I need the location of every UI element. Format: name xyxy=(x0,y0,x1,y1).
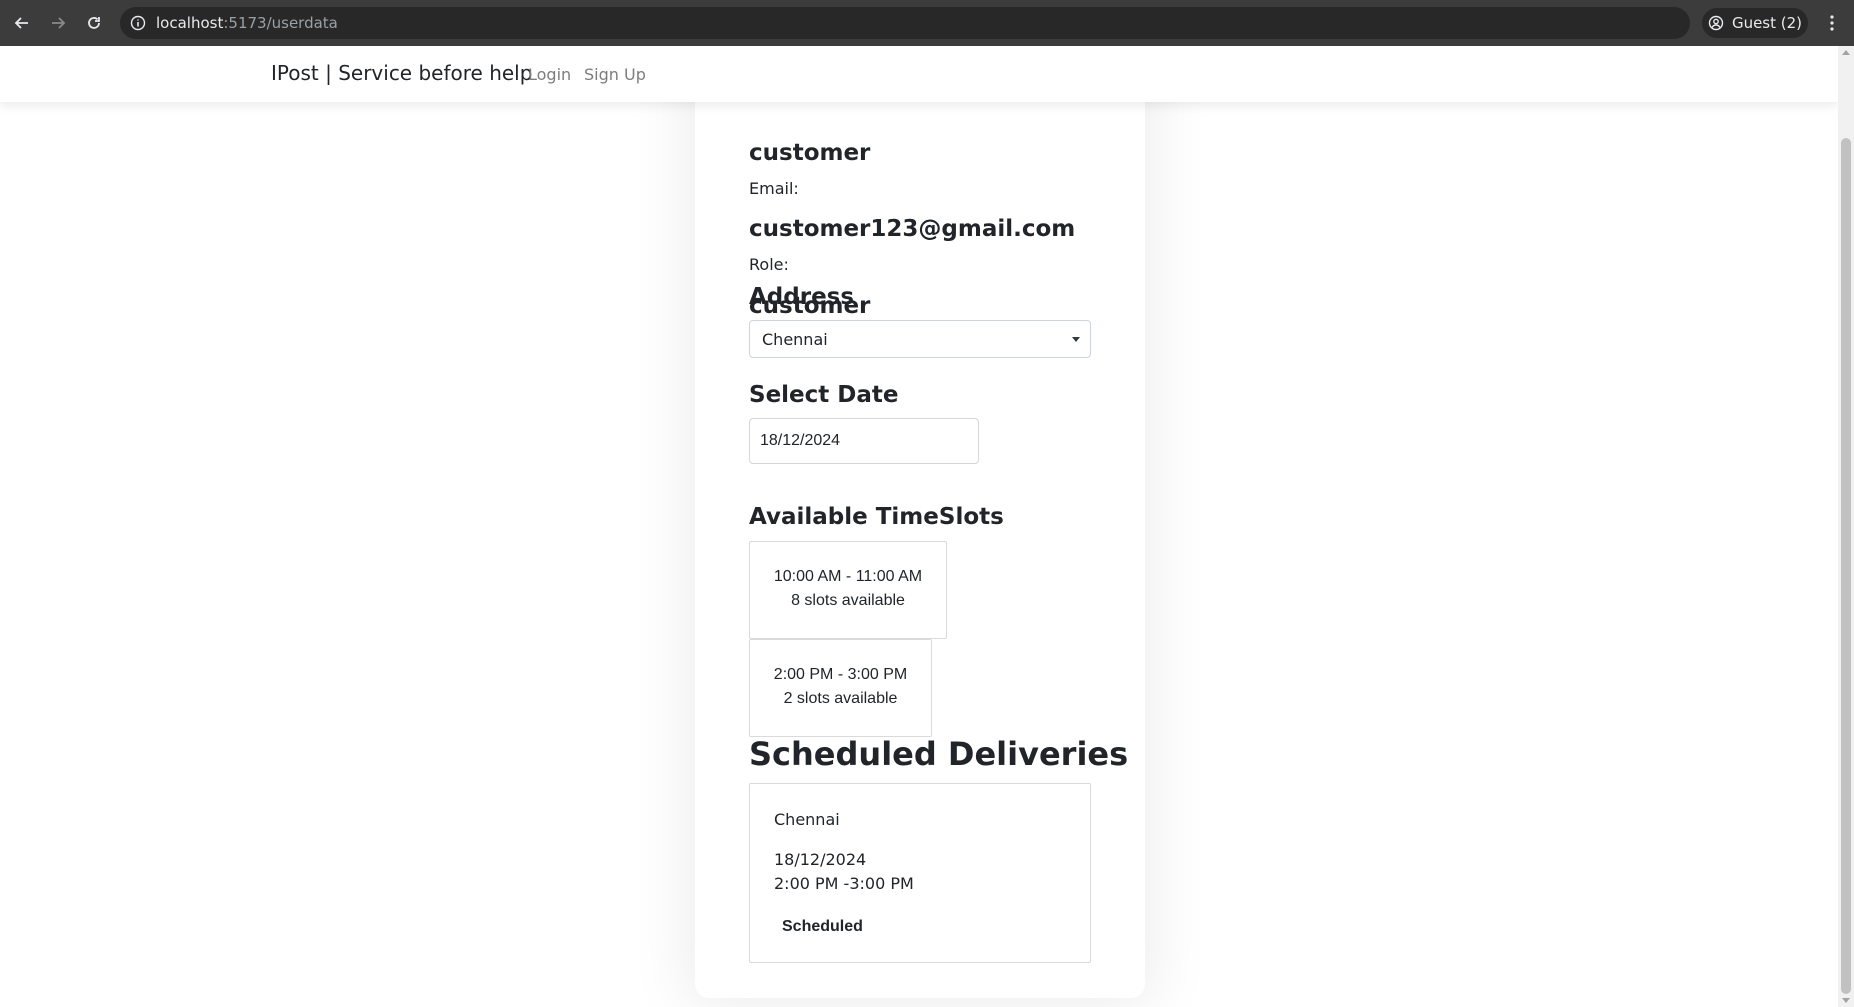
scheduled-deliveries-heading: Scheduled Deliveries xyxy=(749,735,1129,773)
timeslot-card[interactable]: 2:00 PM - 3:00 PM 2 slots available xyxy=(749,639,932,737)
timeslot-availability: 8 slots available xyxy=(791,592,905,609)
user-card-content: Address Chennai Select Date 18/12/2024 A… xyxy=(695,46,1145,1006)
delivery-date: 18/12/2024 xyxy=(774,850,867,869)
more-vert-icon xyxy=(1830,15,1834,31)
address-select[interactable]: Chennai xyxy=(749,320,1091,358)
page-scrollbar[interactable] xyxy=(1838,46,1854,1007)
timeslot-time: 2:00 PM - 3:00 PM xyxy=(773,666,908,683)
back-button[interactable] xyxy=(8,9,36,37)
scrollbar-thumb[interactable] xyxy=(1841,138,1851,994)
browser-menu-button[interactable] xyxy=(1822,10,1842,36)
delivery-card: Chennai 18/12/2024 2:00 PM -3:00 PM Sche… xyxy=(749,783,1091,963)
forward-button[interactable] xyxy=(44,9,72,37)
forward-arrow-icon xyxy=(52,17,66,29)
timeslots-heading: Available TimeSlots xyxy=(749,504,1004,530)
delivery-location: Chennai xyxy=(774,810,840,829)
page-viewport: customer Email: customer123@gmail.com Ro… xyxy=(0,46,1838,1007)
address-bar[interactable]: localhost:5173/userdata xyxy=(120,7,1690,39)
scroll-up-arrow-icon[interactable] xyxy=(1842,50,1850,55)
url-text: localhost:5173/userdata xyxy=(156,14,338,32)
nav-login-link[interactable]: Login xyxy=(528,65,571,84)
profile-button[interactable]: Guest (2) xyxy=(1702,8,1808,38)
url-host: localhost xyxy=(156,14,224,32)
address-heading: Address xyxy=(749,284,855,310)
browser-toolbar: localhost:5173/userdata Guest (2) xyxy=(0,0,1854,46)
timeslot-time: 10:00 AM - 11:00 AM xyxy=(773,568,923,585)
nav-signup-link[interactable]: Sign Up xyxy=(584,65,646,84)
timeslot-card[interactable]: 10:00 AM - 11:00 AM 8 slots available xyxy=(749,541,947,639)
reload-button[interactable] xyxy=(80,9,108,37)
date-input-value: 18/12/2024 xyxy=(760,432,841,449)
chevron-down-icon xyxy=(1072,337,1080,342)
back-arrow-icon xyxy=(14,17,28,29)
date-input[interactable]: 18/12/2024 xyxy=(749,418,979,464)
delivery-status: Scheduled xyxy=(782,918,863,935)
timeslot-availability: 2 slots available xyxy=(783,690,898,707)
delivery-time: 2:00 PM -3:00 PM xyxy=(774,874,914,893)
url-path: :5173/userdata xyxy=(223,14,338,32)
profile-avatar-icon xyxy=(1708,15,1724,31)
scroll-down-arrow-icon[interactable] xyxy=(1842,998,1850,1003)
reload-icon xyxy=(88,17,100,29)
site-info-icon[interactable] xyxy=(130,15,146,31)
select-date-heading: Select Date xyxy=(749,382,899,408)
top-navbar: IPost | Service before help Login Sign U… xyxy=(0,46,1838,102)
profile-label: Guest (2) xyxy=(1731,14,1803,32)
brand-title[interactable]: IPost | Service before help xyxy=(271,61,532,85)
address-selected-value: Chennai xyxy=(762,330,828,349)
